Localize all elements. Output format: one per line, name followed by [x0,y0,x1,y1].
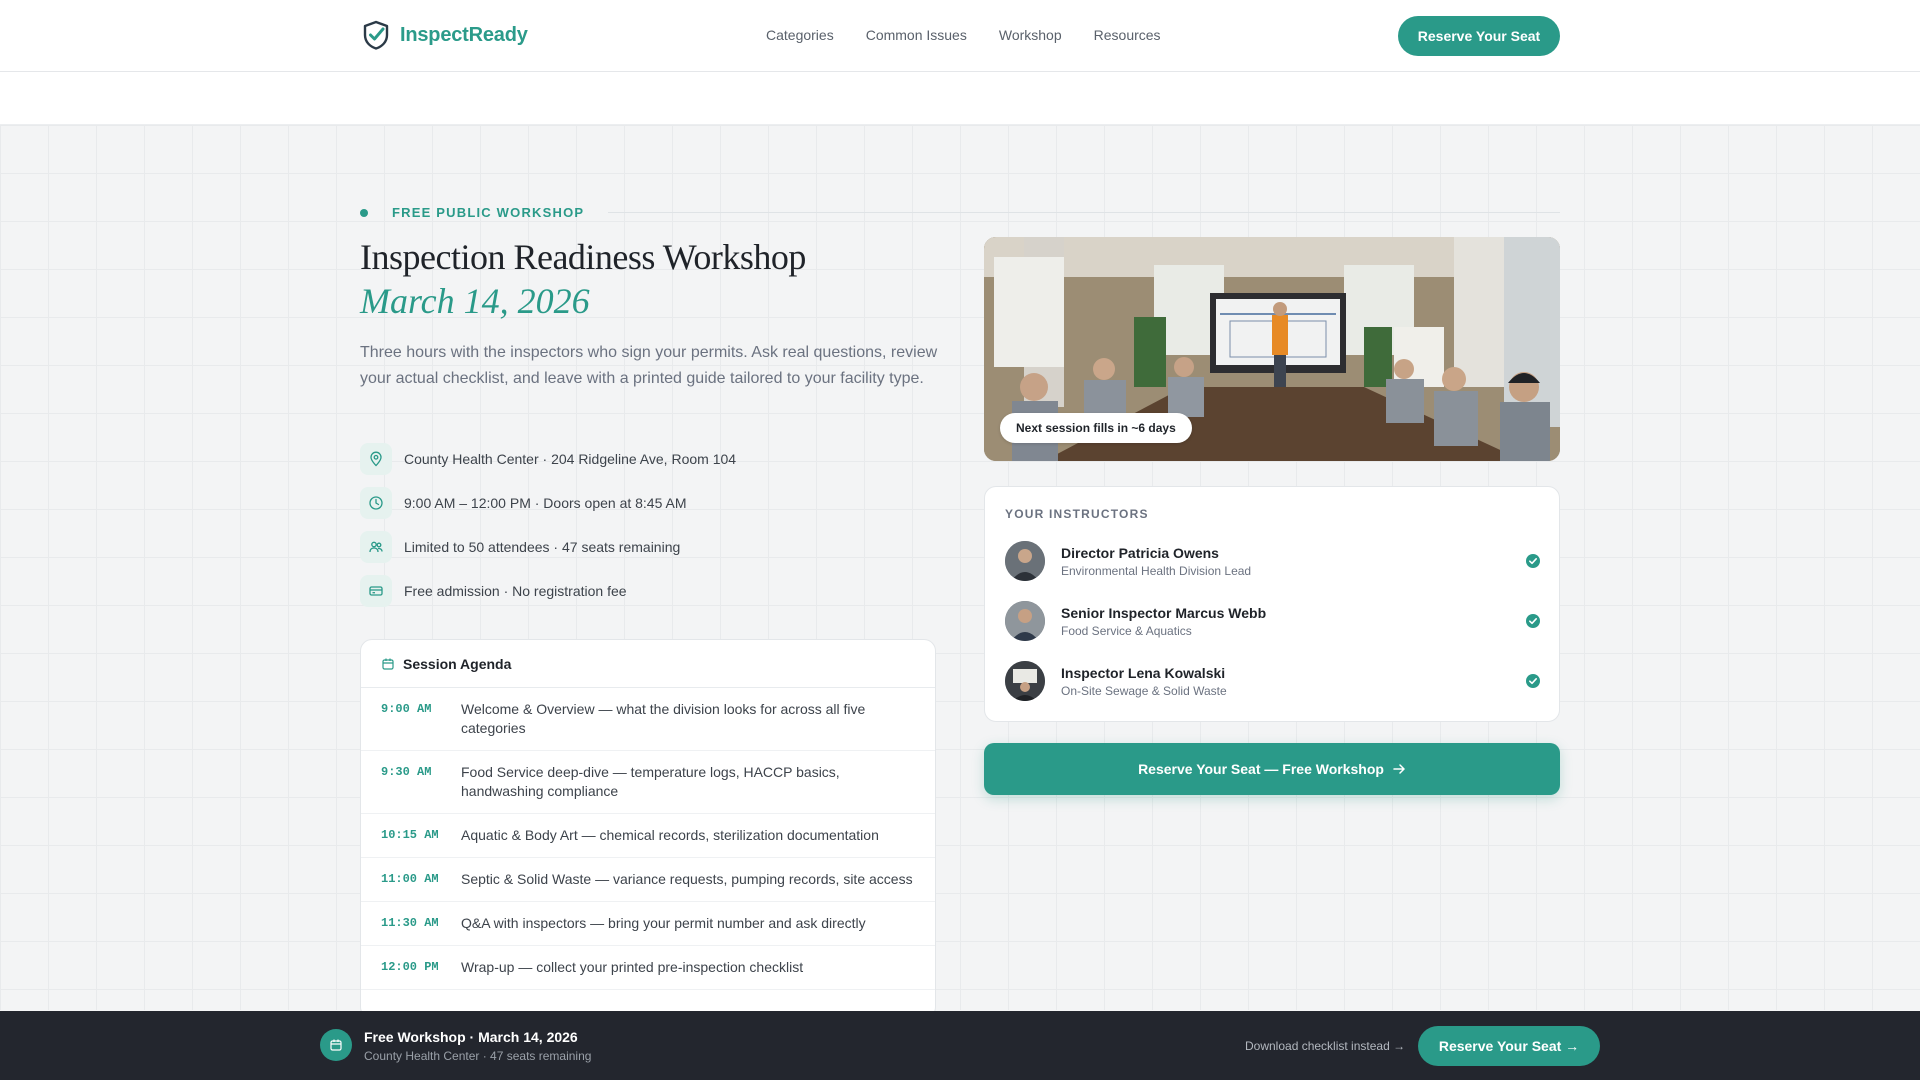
logo[interactable]: InspectReady [362,20,528,50]
eyebrow-label: FREE PUBLIC WORKSHOP [392,205,585,220]
people-icon [360,531,392,563]
instructors-label: YOUR INSTRUCTORS [1005,507,1149,521]
agenda-time: 10:15 AM [381,828,439,842]
instructor-info: Director Patricia Owens Environmental He… [1061,545,1525,578]
agenda-description: Food Service deep-dive — temperature log… [461,764,840,799]
agenda-item: 12:00 PM Wrap-up — collect your printed … [361,946,935,990]
eyebrow: FREE PUBLIC WORKSHOP [360,205,1560,220]
avatar [1005,541,1045,581]
reserve-seat-main-button[interactable]: Reserve Your Seat — Free Workshop [984,743,1560,795]
agenda-description: Welcome & Overview — what the division l… [461,701,866,736]
top-navigation-bar: InspectReady Categories Common Issues Wo… [0,0,1920,72]
grid-background [0,125,1920,1010]
instructor-info: Senior Inspector Marcus Webb Food Servic… [1061,605,1525,638]
subheader-strip [0,72,1920,125]
instructor-info: Inspector Lena Kowalski On-Site Sewage &… [1061,665,1525,698]
instructor-name: Inspector Lena Kowalski [1061,664,1226,681]
agenda-item: 9:30 AM Food Service deep-dive — tempera… [361,751,935,814]
agenda-item: 11:30 AM Q&A with inspectors — bring you… [361,902,935,946]
fact-text: Free admission · No registration fee [404,583,627,599]
agenda-time: 12:00 PM [381,960,439,974]
event-facts: County Health Center · 204 Ridgeline Ave… [360,443,736,619]
instructor-name: Director Patricia Owens [1061,544,1219,561]
clock-icon [360,487,392,519]
session-agenda-card: Session Agenda 9:00 AM Welcome & Overvie… [360,639,936,1019]
reserve-seat-main-label: Reserve Your Seat — Free Workshop [1138,761,1384,777]
sticky-bottom-bar: Free Workshop · March 14, 2026 County He… [0,1011,1920,1080]
fact-text: Limited to 50 attendees · 47 seats remai… [404,539,681,555]
verified-check-icon [1526,614,1540,628]
calendar-icon [382,658,394,670]
bottom-bar-subtitle: County Health Center · 47 seats remainin… [364,1049,592,1063]
instructor-row: Inspector Lena Kowalski On-Site Sewage &… [1005,661,1541,701]
agenda-item: 11:00 AM Septic & Solid Waste — variance… [361,858,935,902]
fact-time: 9:00 AM – 12:00 PM · Doors open at 8:45 … [360,487,736,519]
fact-admission: Free admission · No registration fee [360,575,736,607]
agenda-description: Q&A with inspectors — bring your permit … [461,915,866,931]
arrow-right-icon [1393,764,1405,774]
fact-text: 9:00 AM – 12:00 PM · Doors open at 8:45 … [404,495,687,511]
nav-link-resources[interactable]: Resources [1094,27,1161,43]
download-checklist-link[interactable]: Download checklist instead → [1245,1039,1405,1053]
agenda-time: 9:30 AM [381,765,432,779]
nav-link-workshop[interactable]: Workshop [999,27,1062,43]
main-nav: Categories Common Issues Workshop Resour… [766,27,1161,43]
instructor-row: Senior Inspector Marcus Webb Food Servic… [1005,601,1541,641]
fact-text: County Health Center · 204 Ridgeline Ave… [404,451,737,467]
instructor-role: On-Site Sewage & Solid Waste [1061,683,1227,698]
agenda-description: Wrap-up — collect your printed pre-inspe… [461,959,804,975]
shield-check-icon [363,20,389,50]
eyebrow-divider [608,212,1560,213]
page-title: Inspection Readiness Workshop [360,237,806,277]
fact-capacity: Limited to 50 attendees · 47 seats remai… [360,531,736,563]
agenda-time: 11:00 AM [381,872,439,886]
agenda-item: 10:15 AM Aquatic & Body Art — chemical r… [361,814,935,858]
calendar-icon [320,1029,352,1061]
instructor-role: Food Service & Aquatics [1061,623,1192,638]
instructors-card: YOUR INSTRUCTORS Director Patricia Owens… [984,486,1560,722]
instructor-role: Environmental Health Division Lead [1061,563,1252,578]
agenda-description: Septic & Solid Waste — variance requests… [461,871,913,887]
instructor-row: Director Patricia Owens Environmental He… [1005,541,1541,581]
verified-check-icon [1526,674,1540,688]
reserve-seat-button[interactable]: Reserve Your Seat [1398,16,1560,56]
bottom-reserve-seat-button[interactable]: Reserve Your Seat → [1418,1026,1600,1066]
avatar [1005,661,1045,701]
agenda-description: Aquatic & Body Art — chemical records, s… [461,827,879,843]
location-pin-icon [360,443,392,475]
lead-paragraph: Three hours with the inspectors who sign… [360,344,938,387]
agenda-item: 9:00 AM Welcome & Overview — what the di… [361,688,935,751]
workshop-date: March 14, 2026 [360,281,590,321]
verified-check-icon [1526,554,1540,568]
agenda-time: 9:00 AM [381,702,432,716]
ticket-icon [360,575,392,607]
instructor-name: Senior Inspector Marcus Webb [1061,604,1267,621]
bottom-bar-title: Free Workshop · March 14, 2026 [364,1029,578,1045]
eyebrow-dot [360,208,368,217]
brand-name: InspectReady [400,23,528,46]
avatar [1005,601,1045,641]
agenda-title: Session Agenda [403,655,512,672]
agenda-time: 11:30 AM [381,916,439,930]
fact-location: County Health Center · 204 Ridgeline Ave… [360,443,736,475]
agenda-header: Session Agenda [361,640,935,688]
nav-link-categories[interactable]: Categories [766,27,834,43]
nav-link-common-issues[interactable]: Common Issues [866,27,967,43]
session-fill-badge: Next session fills in ~6 days [1000,413,1192,443]
